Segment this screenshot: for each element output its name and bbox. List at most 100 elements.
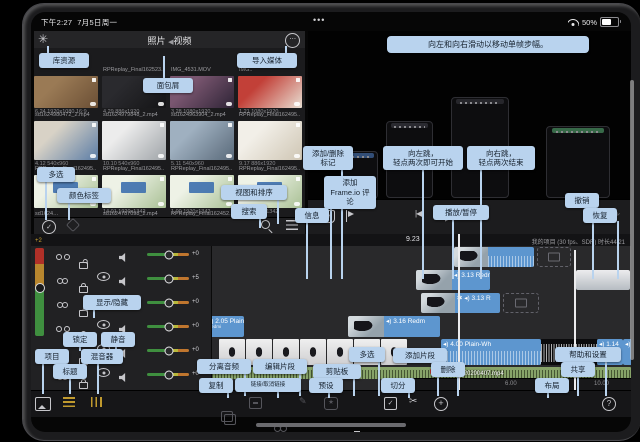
project-manager-icon[interactable] bbox=[35, 397, 51, 411]
track-gain-value: +5 bbox=[192, 275, 199, 281]
callout-stem bbox=[353, 377, 355, 396]
callout-stem bbox=[277, 198, 279, 224]
timeline-ruler[interactable]: 6.0010.0012.0014.0018.00 bbox=[393, 378, 631, 390]
multiselect-icon[interactable]: ✓ bbox=[384, 397, 397, 410]
add-clip-icon[interactable]: + bbox=[434, 397, 448, 411]
callout-stem bbox=[42, 362, 44, 394]
callout-label: 链接/取消链接 bbox=[235, 378, 301, 392]
callout-label: 添加/删除 标记 bbox=[303, 146, 353, 170]
track-headers-icon[interactable] bbox=[63, 397, 75, 407]
track-gain-value: +0 bbox=[192, 299, 199, 305]
mute-track-icon[interactable] bbox=[119, 253, 126, 262]
callout-label: 撤销 bbox=[565, 193, 599, 208]
color-tag-icon[interactable] bbox=[65, 217, 81, 233]
media-item-thumbnail[interactable] bbox=[238, 121, 302, 160]
callout-label: 信息 bbox=[295, 208, 329, 223]
hd-badge-icon bbox=[228, 177, 232, 181]
media-item-thumbnail[interactable] bbox=[34, 76, 98, 108]
callout-label: 向右跳， 轻点两次结束 bbox=[467, 146, 535, 170]
callout-stem bbox=[330, 207, 332, 279]
status-time: 下午2:27 bbox=[41, 18, 73, 27]
callout-stem bbox=[457, 375, 459, 396]
copy-icon[interactable] bbox=[221, 411, 236, 425]
lock-track-icon[interactable] bbox=[79, 379, 88, 389]
track-gain-slider[interactable] bbox=[147, 277, 189, 280]
transition-placeholder[interactable] bbox=[503, 293, 539, 313]
media-item-name: sd1624980472_2.mp4 bbox=[35, 112, 90, 118]
media-item-thumbnail[interactable] bbox=[34, 121, 98, 160]
cloud-download-icon bbox=[294, 202, 300, 206]
presets-icon[interactable]: ★ bbox=[324, 397, 338, 410]
playhead-timecode: 9.23 bbox=[406, 236, 420, 243]
media-item-name: RPReplay_Final162495.. bbox=[171, 166, 233, 172]
lock-track-icon[interactable] bbox=[79, 310, 88, 317]
media-item-thumbnail[interactable] bbox=[102, 121, 166, 160]
status-date: 7月5日周一 bbox=[77, 18, 118, 27]
track-gain-slider[interactable] bbox=[147, 373, 189, 376]
track-header-row: +5 bbox=[31, 271, 211, 305]
callout-label: 导入媒体 bbox=[237, 53, 297, 68]
track-gain-slider[interactable] bbox=[147, 325, 189, 328]
callout-stem bbox=[577, 375, 579, 396]
breadcrumb-videos[interactable]: 视频 bbox=[173, 36, 191, 46]
help-settings-icon[interactable]: ? bbox=[602, 397, 616, 411]
callout-label: 切分 bbox=[381, 378, 415, 393]
callout-label: 搜索 bbox=[231, 204, 267, 219]
detach-audio-icon[interactable] bbox=[249, 397, 262, 409]
audio-mixer-icon[interactable] bbox=[91, 397, 102, 407]
callout-label: 锁定 bbox=[63, 332, 97, 347]
media-item-thumbnail[interactable] bbox=[170, 121, 234, 160]
hd-badge-icon bbox=[228, 123, 232, 127]
multitask-dots[interactable]: ••• bbox=[313, 15, 325, 25]
lock-track-icon[interactable] bbox=[79, 262, 88, 269]
timeline-clip[interactable] bbox=[454, 247, 534, 267]
clip-audio-section: ✱ ◂) 3.13 R bbox=[455, 293, 500, 313]
edit-clip-icon[interactable]: ✎ bbox=[299, 397, 307, 406]
mute-track-icon[interactable] bbox=[119, 373, 126, 382]
link-clips-icon[interactable] bbox=[57, 278, 69, 285]
split-icon[interactable]: ✂ bbox=[409, 397, 417, 407]
library-breadcrumb[interactable]: 照片 ◀视频 bbox=[34, 34, 305, 47]
home-indicator[interactable] bbox=[256, 423, 406, 427]
clip-plain[interactable] bbox=[576, 270, 630, 290]
callout-label: 视图和排序 bbox=[221, 185, 287, 200]
link-clips-icon[interactable] bbox=[57, 254, 69, 261]
media-item-thumbnail[interactable] bbox=[238, 76, 302, 108]
hd-badge-icon bbox=[296, 123, 300, 127]
timeline-clip[interactable]: ◂) 3.16 Redm bbox=[348, 316, 440, 337]
callout-label: 添加片段 bbox=[393, 348, 447, 363]
timeline-clip[interactable]: ✱ ◂) 3.13 R bbox=[421, 293, 500, 313]
media-item-name: RPReplay_Final162495.. bbox=[239, 112, 301, 118]
mute-track-icon[interactable] bbox=[119, 277, 126, 286]
jump-left-icon[interactable]: |◀ bbox=[415, 210, 422, 218]
callout-label: 库资源 bbox=[39, 53, 89, 68]
track-gain-slider[interactable] bbox=[147, 349, 189, 352]
multiselect-circle-icon[interactable]: ✓ bbox=[42, 220, 56, 234]
marker-flag-icon[interactable] bbox=[345, 210, 355, 222]
callout-label: 播放/暂停 bbox=[433, 205, 489, 220]
transition-placeholder[interactable] bbox=[537, 247, 571, 267]
track-gain-slider[interactable] bbox=[147, 253, 189, 256]
master-volume-slider[interactable] bbox=[34, 248, 45, 336]
lock-track-icon[interactable] bbox=[79, 283, 88, 293]
media-item-name: sd1624963904_2.mp4 bbox=[171, 112, 226, 118]
wifi-icon bbox=[568, 18, 579, 26]
media-item-name: IMG_4531.MOV bbox=[171, 67, 211, 73]
link-clips-icon[interactable] bbox=[57, 302, 69, 309]
cloud-download-icon bbox=[226, 102, 232, 106]
thumbnail-content-mark bbox=[121, 181, 146, 193]
search-icon[interactable] bbox=[260, 220, 273, 233]
media-item-thumbnail[interactable] bbox=[102, 175, 166, 208]
status-time-date: 下午2:27 7月5日周一 bbox=[41, 17, 117, 28]
hd-badge-icon bbox=[160, 177, 164, 181]
breadcrumb-photos[interactable]: 照片 bbox=[148, 36, 166, 46]
media-item-name: RPReplay_Final162523.. bbox=[103, 67, 165, 73]
master-gain-value: +2 bbox=[35, 238, 42, 244]
media-item-name: RPReplay_Final162495.. bbox=[239, 166, 301, 172]
callout-stem bbox=[422, 168, 424, 279]
hd-badge-icon bbox=[160, 123, 164, 127]
callout-stem bbox=[378, 360, 380, 396]
thumbnail-content-mark bbox=[189, 181, 214, 193]
track-gain-slider[interactable] bbox=[147, 301, 189, 304]
import-media-icon[interactable]: ··· bbox=[285, 33, 300, 48]
